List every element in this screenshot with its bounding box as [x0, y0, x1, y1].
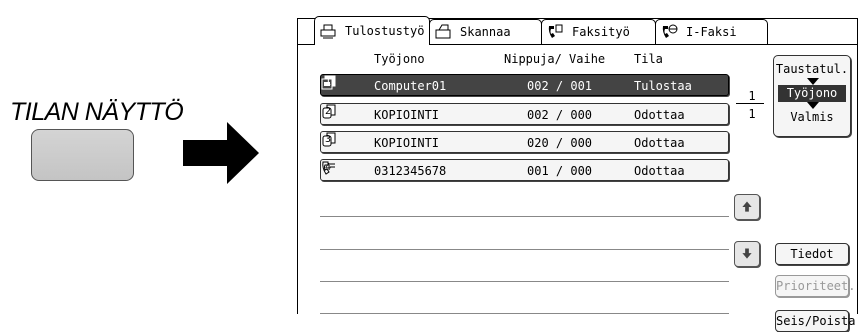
job-number: 2: [325, 106, 332, 117]
tab-internet-fax[interactable]: I-Faksi: [655, 19, 768, 44]
view-option-job-queue[interactable]: Työjono: [778, 85, 846, 102]
job-row-4[interactable]: 4 0312345678 001 / 000 Odottaa: [320, 159, 729, 181]
job-number: 4: [325, 162, 332, 173]
job-status: Odottaa: [634, 136, 685, 150]
tab-label: Faksityö: [572, 25, 630, 39]
tab-print-job[interactable]: Tulostustyö: [314, 16, 430, 45]
job-number: 1: [325, 77, 332, 88]
internet-fax-icon: [662, 24, 678, 38]
job-sets: 001 / 000: [527, 164, 593, 178]
job-row-1[interactable]: 1 Computer01 002 / 001 Tulostaa: [320, 74, 729, 96]
arrow-down-icon: [742, 248, 752, 259]
printer-icon: [320, 24, 336, 39]
job-status-key[interactable]: [31, 129, 134, 181]
scroll-up-button[interactable]: [734, 194, 760, 220]
stop-delete-button[interactable]: Seis/Poista: [775, 310, 855, 332]
job-name: 0312345678: [374, 164, 447, 178]
status-label: TILAN NÄYTTÖ: [10, 98, 184, 126]
job-name: KOPIOINTI: [374, 136, 440, 150]
tab-label: Skannaa: [460, 25, 511, 39]
job-status: Odottaa: [634, 164, 685, 178]
job-name: KOPIOINTI: [374, 108, 440, 122]
job-row-2[interactable]: 2 KOPIOINTI 002 / 000 Odottaa: [320, 103, 729, 125]
tab-scan[interactable]: Skannaa: [429, 19, 542, 44]
tab-label: I-Faksi: [686, 25, 737, 39]
scroll-down-button[interactable]: [734, 241, 760, 267]
column-header-sets: Nippuja/ Vaihe: [504, 52, 606, 66]
triangle-down-icon: [807, 102, 819, 109]
empty-row-divider: [320, 281, 729, 282]
job-sets: 002 / 001: [527, 79, 593, 93]
empty-row-divider: [320, 216, 729, 217]
view-option-complete[interactable]: Valmis: [774, 110, 850, 124]
view-option-spool[interactable]: Taustatul.: [774, 62, 850, 76]
job-status-panel: Tulostustyö Skannaa Faksityö I-Faksi Työ…: [297, 16, 858, 332]
priority-button[interactable]: Prioriteet.: [775, 275, 855, 297]
job-status: Odottaa: [634, 108, 685, 122]
tab-label: Tulostustyö: [345, 24, 425, 38]
job-name: Computer01: [374, 79, 447, 93]
job-status: Tulostaa: [634, 79, 692, 93]
details-button[interactable]: Tiedot: [775, 243, 849, 265]
page-divider: [736, 103, 764, 104]
current-page: 1: [748, 89, 756, 103]
job-sets: 002 / 000: [527, 108, 593, 122]
view-mode-selector[interactable]: Taustatul. Työjono Valmis: [773, 55, 851, 137]
scanner-icon: [435, 24, 451, 39]
empty-row-divider: [320, 249, 729, 250]
right-arrow-icon: [183, 122, 259, 184]
tab-fax-job[interactable]: Faksityö: [541, 19, 656, 44]
arrow-up-icon: [742, 201, 752, 212]
column-header-status: Tila: [634, 52, 663, 66]
fax-icon: [548, 24, 563, 38]
job-row-3[interactable]: 3 KOPIOINTI 020 / 000 Odottaa: [320, 131, 729, 153]
triangle-down-icon: [807, 78, 819, 85]
job-sets: 020 / 000: [527, 136, 593, 150]
column-header-queue: Työjono: [374, 52, 425, 66]
job-number: 3: [325, 134, 332, 145]
total-pages: 1: [748, 107, 756, 121]
